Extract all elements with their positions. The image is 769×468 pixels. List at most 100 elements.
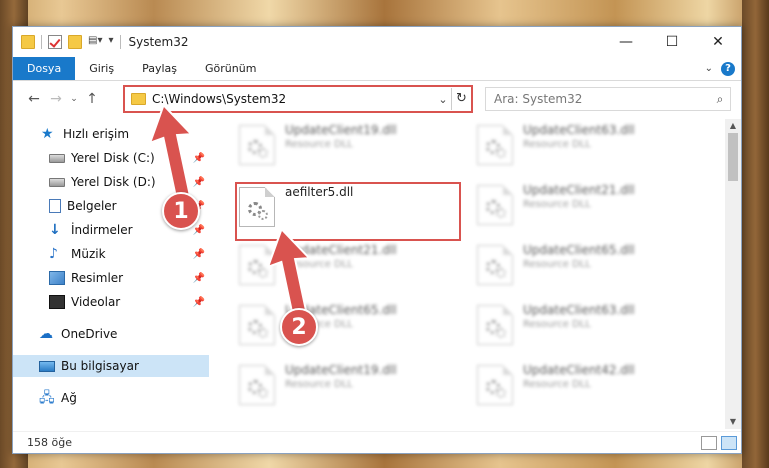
background-tree: [742, 0, 769, 468]
forward-arrow-icon[interactable]: →: [45, 91, 67, 107]
cloud-icon: ☁: [39, 326, 53, 342]
file-name: UpdateClient19.dll: [285, 363, 397, 377]
window-title: System32: [128, 35, 189, 49]
sidebar-item-label: Bu bilgisayar: [61, 359, 139, 373]
recent-locations-icon[interactable]: ⌄: [67, 94, 81, 104]
folder-icon: [131, 93, 146, 105]
pictures-icon: [49, 271, 65, 285]
sidebar-item-label: Hızlı erişim: [63, 127, 130, 141]
expand-ribbon-icon[interactable]: ⌄: [705, 63, 713, 74]
file-tile[interactable]: UpdateClient19.dll Resource DLL: [231, 361, 451, 417]
file-tile[interactable]: UpdateClient21.dll Resource DLL: [231, 241, 451, 297]
ribbon-right: ⌄ ?: [705, 57, 741, 80]
computer-icon: [39, 360, 55, 372]
item-count: 158 öğe: [27, 436, 72, 449]
tab-share[interactable]: Paylaş: [128, 57, 191, 80]
separator: [119, 35, 121, 49]
file-name: UpdateClient63.dll: [523, 303, 635, 317]
new-folder-icon[interactable]: [68, 35, 82, 49]
sidebar-item-onedrive[interactable]: ☁ OneDrive: [13, 323, 209, 345]
minimize-button[interactable]: —: [603, 27, 649, 57]
file-name: UpdateClient42.dll: [523, 363, 635, 377]
maximize-button[interactable]: ☐: [649, 27, 695, 57]
video-icon: [49, 295, 65, 309]
sidebar-item-pictures[interactable]: Resimler 📌: [13, 267, 209, 289]
sidebar-item-label: Müzik: [71, 247, 106, 261]
chevron-down-icon[interactable]: ⌄: [435, 93, 451, 106]
pin-icon: 📌: [192, 296, 205, 308]
properties-icon[interactable]: [48, 35, 62, 49]
tab-home[interactable]: Giriş: [75, 57, 128, 80]
close-button[interactable]: ✕: [695, 27, 741, 57]
file-tile[interactable]: UpdateClient63.dll Resource DLL: [469, 301, 689, 357]
search-input[interactable]: [486, 92, 710, 106]
file-type: Resource DLL: [523, 259, 591, 270]
dll-file-icon: [239, 365, 275, 405]
address-row: ← → ⌄ ↑ C:\Windows\System32 ⌄ ↻ ⌕: [13, 82, 741, 116]
file-tile[interactable]: UpdateClient63.dll Resource DLL: [469, 121, 689, 177]
file-tile[interactable]: UpdateClient65.dll Resource DLL: [231, 301, 451, 357]
refresh-icon[interactable]: ↻: [451, 88, 471, 110]
scroll-up-icon[interactable]: ▲: [725, 119, 741, 133]
disk-icon: [49, 153, 65, 163]
music-icon: ♪: [49, 246, 58, 262]
dll-file-icon: [239, 125, 275, 165]
file-type: Resource DLL: [285, 139, 353, 150]
dropdown-arrow-icon[interactable]: ▾: [108, 35, 113, 49]
dll-file-icon: [477, 125, 513, 165]
dll-file-icon: [477, 305, 513, 345]
quick-access-toolbar: ▤▾ ▾: [21, 35, 121, 49]
customize-toolbar-icon[interactable]: ▤▾: [88, 35, 102, 49]
file-name: UpdateClient63.dll: [523, 123, 635, 137]
download-icon: ↓: [49, 222, 61, 238]
star-icon: ★: [41, 126, 54, 142]
file-tile[interactable]: UpdateClient65.dll Resource DLL: [469, 241, 689, 297]
sidebar-item-music[interactable]: ♪ Müzik 📌: [13, 243, 209, 265]
scroll-thumb[interactable]: [728, 133, 738, 181]
title-bar: ▤▾ ▾ System32 — ☐ ✕: [13, 27, 741, 57]
file-type: Resource DLL: [285, 379, 353, 390]
status-bar: 158 öğe: [13, 431, 741, 453]
tab-file[interactable]: Dosya: [13, 57, 76, 80]
sidebar-item-label: Yerel Disk (C:): [71, 151, 155, 165]
file-name: UpdateClient65.dll: [523, 243, 635, 257]
annotation-step-1: 1: [162, 192, 200, 230]
network-icon: 🖧: [39, 390, 55, 406]
ribbon-tabs: Dosya Giriş Paylaş Görünüm ⌄ ?: [13, 57, 741, 81]
file-type: Resource DLL: [523, 319, 591, 330]
search-box[interactable]: ⌕: [485, 87, 731, 111]
annotation-step-2: 2: [280, 308, 318, 346]
sidebar-item-label: Ağ: [61, 391, 77, 405]
pin-icon: 📌: [192, 272, 205, 284]
scroll-down-icon[interactable]: ▼: [725, 415, 741, 429]
file-tile[interactable]: UpdateClient42.dll Resource DLL: [469, 361, 689, 417]
window-controls: — ☐ ✕: [603, 27, 741, 57]
file-type: Resource DLL: [523, 199, 591, 210]
view-switcher: [701, 436, 737, 450]
dll-file-icon: [477, 245, 513, 285]
sidebar-item-this-pc[interactable]: Bu bilgisayar: [13, 355, 209, 377]
sidebar-item-videos[interactable]: Videolar 📌: [13, 291, 209, 313]
file-type: Resource DLL: [523, 139, 591, 150]
help-icon[interactable]: ?: [721, 61, 735, 76]
sidebar-item-label: OneDrive: [61, 327, 118, 341]
sidebar-item-label: Yerel Disk (D:): [71, 175, 156, 189]
tiles-view-icon[interactable]: [721, 436, 737, 450]
dll-file-icon: [477, 185, 513, 225]
sidebar-item-network[interactable]: 🖧 Ağ: [13, 387, 209, 409]
file-name: UpdateClient21.dll: [523, 183, 635, 197]
file-tile[interactable]: UpdateClient19.dll Resource DLL: [231, 121, 451, 177]
details-view-icon[interactable]: [701, 436, 717, 450]
explorer-window: ▤▾ ▾ System32 — ☐ ✕ Dosya Giriş Paylaş G…: [12, 26, 742, 454]
sidebar-item-label: Videolar: [71, 295, 121, 309]
file-type: Resource DLL: [523, 379, 591, 390]
pin-icon: 📌: [192, 248, 205, 260]
dll-file-icon: [477, 365, 513, 405]
search-icon[interactable]: ⌕: [710, 92, 730, 107]
sidebar-item-label: İndirmeler: [71, 223, 133, 237]
up-arrow-icon[interactable]: ↑: [81, 91, 103, 107]
vertical-scrollbar[interactable]: ▲ ▼: [725, 119, 741, 429]
tab-view[interactable]: Görünüm: [191, 57, 270, 80]
back-arrow-icon[interactable]: ←: [23, 91, 45, 107]
file-tile[interactable]: UpdateClient21.dll Resource DLL: [469, 181, 689, 237]
